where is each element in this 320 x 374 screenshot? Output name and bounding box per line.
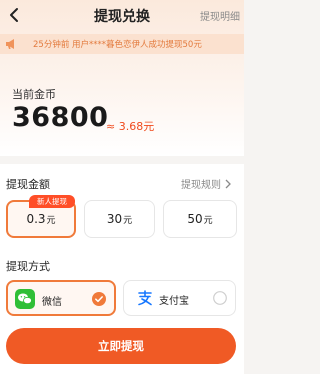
amount-section-title: 提现金额 <box>6 178 50 191</box>
amount-option-unit: 元 <box>203 215 213 226</box>
wechat-icon <box>15 289 35 309</box>
amount-option-50[interactable]: 50 元 <box>163 200 237 238</box>
megaphone-icon <box>6 39 14 49</box>
amount-option-value: 0.3 <box>26 212 46 226</box>
wechat-label: 微信 <box>42 297 62 308</box>
method-section-title: 提现方式 <box>6 260 50 273</box>
coin-approx-value: ≈ 3.68元 <box>106 120 155 133</box>
amount-option-unit: 元 <box>46 215 56 226</box>
withdraw-rule-link[interactable]: 提现规则 <box>181 176 232 191</box>
withdraw-rule-label: 提现规则 <box>181 180 221 191</box>
alipay-label: 支付宝 <box>159 296 189 307</box>
payment-option-wechat[interactable]: 微信 <box>6 280 116 316</box>
withdraw-detail-link[interactable]: 提现明细 <box>200 8 240 23</box>
coin-amount: 36800 <box>12 102 109 133</box>
amount-option-value: 50 <box>187 212 203 226</box>
notice-text: 25分钟前 用户****暮色恋伊人成功提现50元 <box>33 40 202 50</box>
withdraw-now-button[interactable]: 立即提现 <box>6 328 236 364</box>
alipay-icon <box>135 288 155 308</box>
payment-option-alipay[interactable]: 支付宝 <box>123 280 236 316</box>
header-bar: 提现兑换 提现明细 <box>0 0 244 30</box>
amount-option-30[interactable]: 30 元 <box>84 200 155 238</box>
checked-radio-icon <box>92 292 106 306</box>
new-user-badge: 新人提现 <box>29 195 75 208</box>
notice-bar: 25分钟前 用户****暮色恋伊人成功提现50元 <box>0 34 244 54</box>
coin-label: 当前金币 <box>12 88 56 101</box>
amount-option-value: 30 <box>106 212 123 226</box>
amount-option-unit: 元 <box>123 215 133 226</box>
chevron-right-icon <box>225 179 231 188</box>
unchecked-radio-icon <box>213 291 227 305</box>
